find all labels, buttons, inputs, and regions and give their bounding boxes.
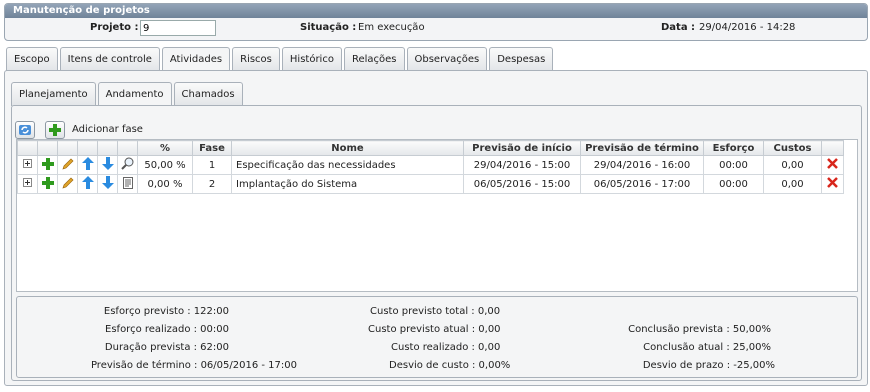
tab-planejamento[interactable]: Planejamento: [11, 82, 96, 106]
header-blank: [17, 140, 38, 156]
plus-icon: [49, 124, 61, 136]
tab-despesas[interactable]: Despesas: [489, 47, 554, 71]
tab-chamados[interactable]: Chamados: [173, 82, 243, 106]
cell-percent: 50,00 %: [137, 155, 193, 175]
arrow-up-icon[interactable]: [81, 176, 94, 192]
header-blank: [57, 140, 78, 156]
expand-icon[interactable]: [23, 178, 32, 190]
tab-escopo[interactable]: Escopo: [6, 47, 58, 71]
table-header-row: % Fase Nome Previsão de início Previsão …: [17, 140, 844, 156]
header-effort[interactable]: Esforço: [703, 140, 764, 156]
header-phase[interactable]: Fase: [192, 140, 232, 156]
add-phase-button[interactable]: [45, 121, 65, 139]
cost-deviation: Desvio de custo : 0,00%: [389, 360, 511, 371]
cell-end: 29/04/2016 - 16:00: [580, 155, 704, 175]
cell-start: 06/05/2016 - 15:00: [463, 174, 581, 194]
project-input[interactable]: [140, 20, 216, 36]
table-row: 50,00 % 1 Especificação das necessidades…: [17, 155, 844, 175]
deadline-deviation: Desvio de prazo : -25,00%: [642, 360, 775, 371]
arrow-up-icon[interactable]: [81, 157, 94, 173]
cost-current-planned: Custo previsto atual : 0,00: [368, 324, 501, 335]
tab-riscos[interactable]: Riscos: [232, 47, 280, 71]
duration-planned: Duração prevista : 62:00: [104, 342, 229, 353]
status-value: Em execução: [358, 22, 425, 33]
date-value: 29/04/2016 - 14:28: [699, 22, 796, 33]
cell-cost: 0,00: [763, 155, 822, 175]
document-icon[interactable]: [122, 176, 133, 192]
header-name[interactable]: Nome: [231, 140, 464, 156]
header-start[interactable]: Previsão de início: [463, 140, 581, 156]
tab-observacoes[interactable]: Observações: [406, 47, 488, 71]
cell-effort: 00:00: [703, 174, 764, 194]
header-blank: [37, 140, 58, 156]
cell-start: 29/04/2016 - 15:00: [463, 155, 581, 175]
project-header: Manutenção de projetos Projeto : Situaçã…: [4, 3, 868, 41]
pencil-icon[interactable]: [61, 177, 74, 192]
tab-historico[interactable]: Histórico: [281, 47, 342, 71]
header-blank: [97, 140, 118, 156]
tab-itens-de-controle[interactable]: Itens de controle: [59, 47, 160, 71]
expand-icon[interactable]: [23, 159, 32, 171]
effort-done: Esforço realizado : 00:00: [105, 324, 229, 335]
add-phase-label: Adicionar fase: [72, 124, 143, 135]
delete-icon[interactable]: [827, 158, 838, 172]
summary-panel: Esforço previsto : 122:00 Esforço realiz…: [16, 296, 858, 378]
header-blank: [77, 140, 98, 156]
project-label: Projeto :: [90, 22, 139, 33]
header-percent[interactable]: %: [137, 140, 193, 156]
cell-cost: 0,00: [763, 174, 822, 194]
cell-name: Implantação do Sistema: [231, 174, 464, 194]
plus-icon[interactable]: [41, 157, 54, 173]
tab-relacoes[interactable]: Relações: [343, 47, 405, 71]
phases-table: % Fase Nome Previsão de início Previsão …: [16, 139, 858, 292]
cost-total-planned: Custo previsto total : 0,00: [370, 306, 501, 317]
tab-andamento[interactable]: Andamento: [97, 82, 172, 106]
refresh-button[interactable]: [15, 121, 35, 139]
main-tab-bar: Escopo Itens de controle Atividades Risc…: [6, 47, 554, 71]
cell-name: Especificação das necessidades: [231, 155, 464, 175]
magnifier-icon[interactable]: [121, 157, 134, 173]
sub-tab-bar: Planejamento Andamento Chamados: [11, 82, 243, 106]
header-end[interactable]: Previsão de término: [580, 140, 704, 156]
refresh-icon: [19, 125, 31, 135]
plus-icon[interactable]: [41, 176, 54, 192]
arrow-down-icon[interactable]: [101, 157, 114, 173]
cell-effort: 00:00: [703, 155, 764, 175]
delete-icon[interactable]: [827, 177, 838, 191]
cost-done: Custo realizado : 0,00: [391, 342, 501, 353]
cell-percent: 0,00 %: [137, 174, 193, 194]
completion-planned: Conclusão prevista : 50,00%: [628, 324, 771, 335]
end-planned: Previsão de término : 06/05/2016 - 17:00: [90, 360, 297, 371]
completion-current: Conclusão atual : 25,00%: [643, 342, 771, 353]
date-label: Data :: [661, 22, 696, 33]
status-label: Situação :: [300, 22, 357, 33]
header-blank: [821, 140, 844, 156]
table-row: 0,00 % 2 Implantação do Sistema 06/05/20…: [17, 174, 844, 194]
cell-phase: 1: [192, 155, 232, 175]
effort-planned: Esforço previsto : 122:00: [103, 306, 229, 317]
pencil-icon[interactable]: [61, 158, 74, 173]
tab-atividades[interactable]: Atividades: [161, 47, 231, 71]
header-blank: [117, 140, 138, 156]
arrow-down-icon[interactable]: [101, 176, 114, 192]
window-title: Manutenção de projetos: [5, 4, 867, 18]
header-cost[interactable]: Custos: [763, 140, 822, 156]
cell-phase: 2: [192, 174, 232, 194]
cell-end: 06/05/2016 - 17:00: [580, 174, 704, 194]
